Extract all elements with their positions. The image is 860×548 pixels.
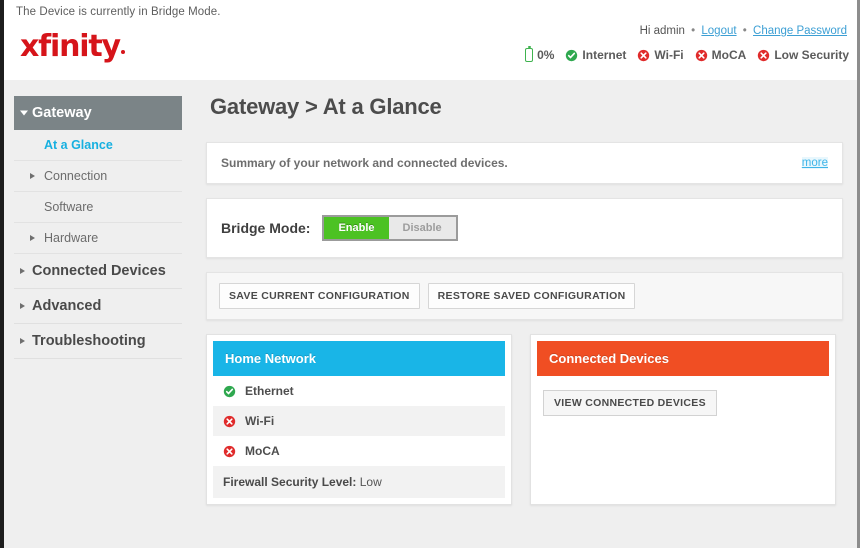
chevron-right-icon — [30, 235, 35, 241]
connected-devices-panel-title: Connected Devices — [537, 341, 829, 376]
security-status-label: Low Security — [774, 48, 849, 62]
status-indicator-bar: 0% Internet Wi-Fi MoCA Low Security — [525, 46, 849, 62]
bridge-mode-notice: The Device is currently in Bridge Mode. — [16, 6, 221, 18]
greeting-text: Hi admin — [639, 25, 685, 37]
bridge-mode-enable-button[interactable]: Enable — [324, 217, 389, 239]
sidebar-item-label: Software — [44, 200, 94, 214]
status-internet: Internet — [565, 48, 626, 62]
status-wifi: Wi-Fi — [637, 48, 684, 62]
bridge-mode-disable-button[interactable]: Disable — [388, 217, 456, 239]
home-network-panel-title: Home Network — [213, 341, 505, 376]
xfinity-logo[interactable]: xfinity — [20, 32, 125, 62]
chevron-right-icon — [30, 173, 35, 179]
moca-status-label: MoCA — [711, 48, 747, 62]
page-body: Gateway At a Glance Connection Software … — [4, 80, 857, 548]
save-current-configuration-button[interactable]: SAVE CURRENT CONFIGURATION — [219, 283, 420, 309]
firewall-label: Firewall Security Level: — [223, 475, 357, 489]
sidebar-item-gateway[interactable]: Gateway — [14, 96, 182, 130]
sidebar-item-label: Connected Devices — [32, 263, 166, 279]
bridge-mode-card: Bridge Mode: Enable Disable — [206, 198, 843, 258]
sidebar-item-connection[interactable]: Connection — [14, 161, 182, 192]
x-circle-icon — [695, 49, 707, 61]
chevron-right-icon — [20, 338, 25, 344]
page-header: The Device is currently in Bridge Mode. … — [4, 0, 857, 80]
chevron-right-icon — [20, 303, 25, 309]
x-circle-icon — [223, 415, 236, 427]
home-network-row-wifi: Wi-Fi — [213, 406, 505, 436]
status-moca: MoCA — [695, 48, 747, 62]
home-network-panel-body: Ethernet Wi-Fi MoCA Firewall Security Le… — [213, 376, 505, 498]
status-security: Low Security — [757, 48, 849, 62]
browser-screenshot-frame: The Device is currently in Bridge Mode. … — [0, 0, 860, 548]
row-label: Wi-Fi — [245, 414, 275, 428]
panels-row: Home Network Ethernet Wi-Fi MoCA Firewal… — [206, 334, 843, 505]
change-password-link[interactable]: Change Password — [753, 25, 847, 37]
connected-devices-panel: Connected Devices VIEW CONNECTED DEVICES — [530, 334, 836, 505]
more-link[interactable]: more — [801, 157, 828, 169]
firewall-value: Low — [359, 475, 382, 489]
status-battery: 0% — [525, 46, 555, 62]
summary-card: Summary of your network and connected de… — [206, 142, 843, 184]
sidebar-item-label: Gateway — [32, 105, 92, 121]
sidebar-item-software[interactable]: Software — [14, 192, 182, 223]
wifi-status-label: Wi-Fi — [654, 48, 684, 62]
x-circle-icon — [638, 49, 650, 61]
xfinity-logo-dot — [120, 50, 125, 54]
connected-devices-panel-body: VIEW CONNECTED DEVICES — [537, 376, 829, 478]
check-circle-icon — [566, 49, 578, 61]
chevron-right-icon — [20, 268, 25, 274]
restore-saved-configuration-button[interactable]: RESTORE SAVED CONFIGURATION — [427, 283, 636, 309]
separator-1: • — [691, 25, 696, 37]
bridge-mode-toggle[interactable]: Enable Disable — [322, 215, 458, 241]
x-circle-icon — [758, 49, 770, 61]
home-network-panel: Home Network Ethernet Wi-Fi MoCA Firewal… — [206, 334, 512, 505]
sidebar-item-at-a-glance[interactable]: At a Glance — [14, 130, 182, 161]
row-label: MoCA — [245, 444, 280, 458]
home-network-row-ethernet: Ethernet — [213, 376, 505, 406]
view-connected-devices-button[interactable]: VIEW CONNECTED DEVICES — [543, 390, 717, 416]
firewall-security-level-row: Firewall Security Level: Low — [213, 466, 505, 498]
xfinity-logo-text: xfinity — [20, 29, 121, 64]
sidebar-item-troubleshooting[interactable]: Troubleshooting — [14, 324, 182, 359]
sidebar-item-advanced[interactable]: Advanced — [14, 289, 182, 324]
sidebar-item-label: Connection — [44, 169, 108, 183]
check-circle-icon — [223, 385, 236, 397]
sidebar-item-connected-devices[interactable]: Connected Devices — [14, 254, 182, 289]
sidebar-item-label: Advanced — [32, 298, 102, 314]
sidebar-item-label: Hardware — [44, 231, 99, 245]
x-circle-icon — [223, 445, 236, 457]
sidebar-item-hardware[interactable]: Hardware — [14, 223, 182, 254]
sidebar-item-label: Troubleshooting — [32, 333, 146, 349]
page-title: Gateway > At a Glance — [210, 94, 442, 119]
configuration-actions-card: SAVE CURRENT CONFIGURATION RESTORE SAVED… — [206, 272, 843, 320]
chevron-down-icon — [20, 110, 28, 116]
internet-status-label: Internet — [582, 48, 627, 62]
home-network-row-moca: MoCA — [213, 436, 505, 466]
logout-link[interactable]: Logout — [701, 25, 736, 37]
summary-text: Summary of your network and connected de… — [221, 156, 508, 170]
account-links: Hi admin • Logout • Change Password — [640, 25, 847, 37]
battery-level-label: 0% — [537, 48, 555, 62]
battery-icon — [525, 46, 534, 62]
sidebar-nav: Gateway At a Glance Connection Software … — [4, 80, 192, 548]
row-label: Ethernet — [245, 384, 294, 398]
bridge-mode-label: Bridge Mode: — [221, 220, 311, 236]
main-content: Gateway > At a Glance Summary of your ne… — [192, 80, 857, 548]
separator-2: • — [742, 25, 747, 37]
sidebar-item-label: At a Glance — [44, 138, 113, 152]
